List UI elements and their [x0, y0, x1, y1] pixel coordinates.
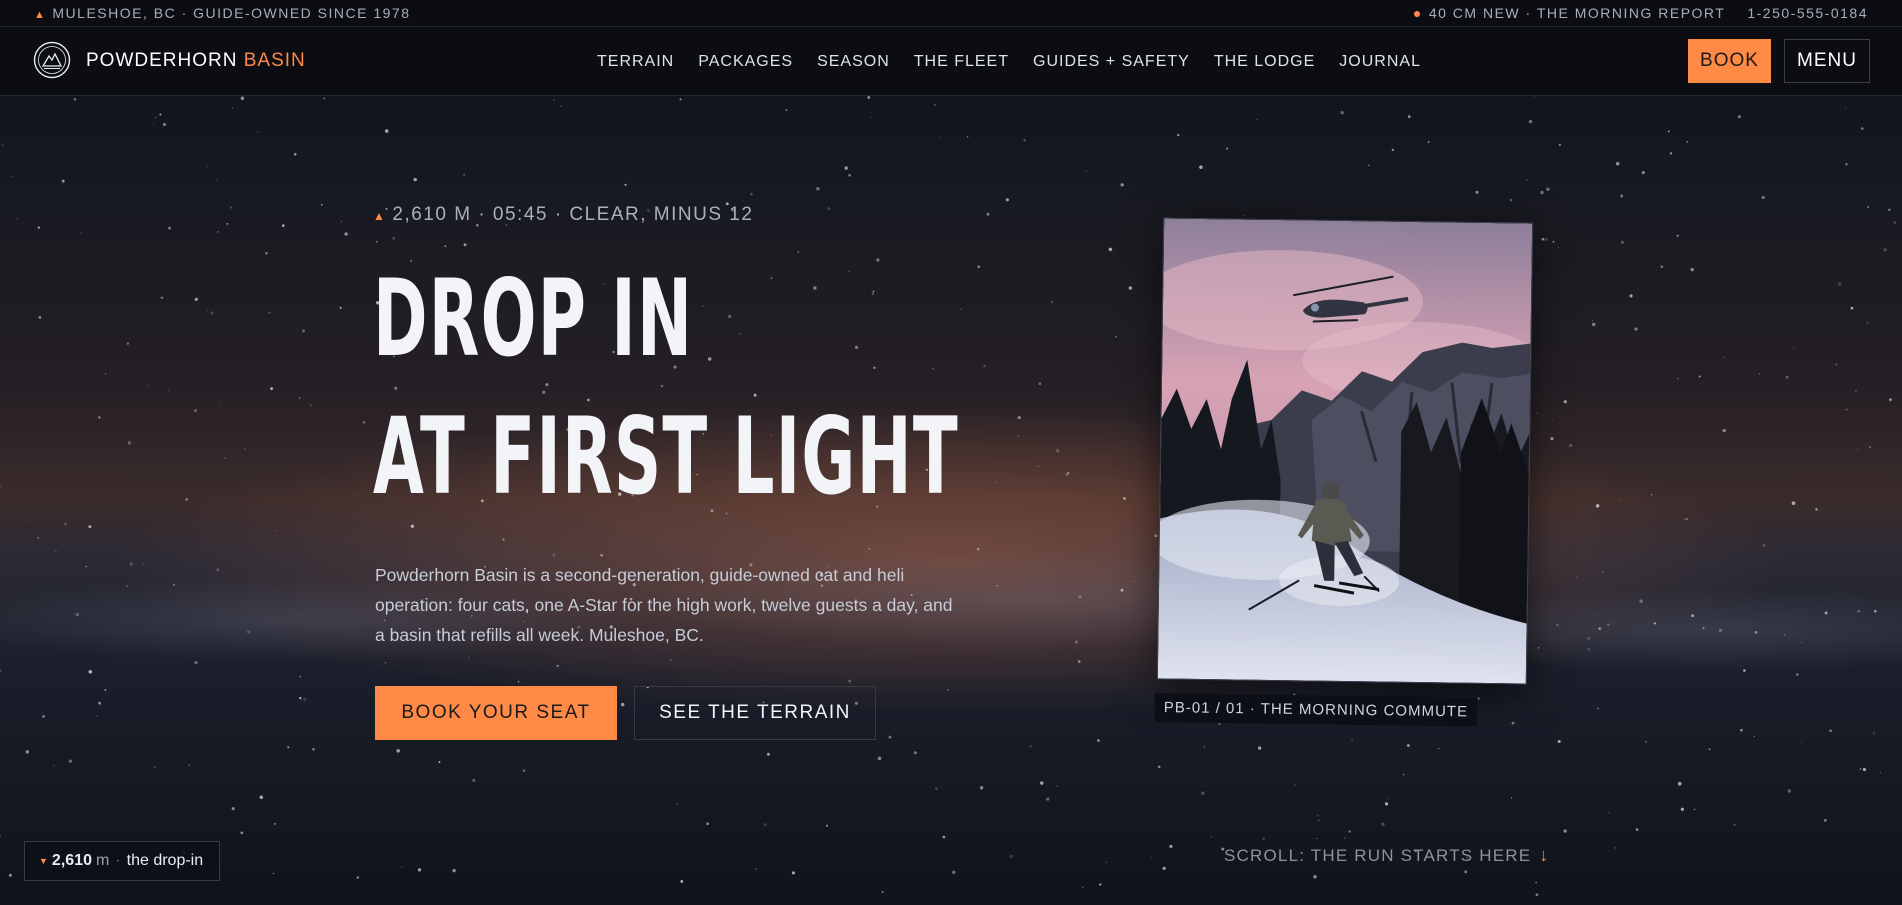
menu-button[interactable]: MENU: [1784, 39, 1870, 83]
headline-line-1: DROP IN: [373, 257, 694, 380]
triangle-icon: ▲: [34, 9, 47, 21]
nav-item-packages[interactable]: PACKAGES: [698, 53, 793, 71]
altitude-badge: ▼ 2,610 m · the drop-in: [24, 841, 220, 881]
main-navigation: POWDERHORN BASIN TERRAIN PACKAGES SEASON…: [0, 27, 1902, 96]
altitude-unit: m: [95, 852, 110, 869]
nav-item-season[interactable]: SEASON: [817, 53, 890, 71]
nav-item-the-lodge[interactable]: THE LODGE: [1214, 53, 1315, 71]
nav-item-terrain[interactable]: TERRAIN: [597, 53, 674, 71]
triangle-down-icon: ▼: [39, 856, 48, 866]
nav-links: TERRAIN PACKAGES SEASON THE FLEET GUIDES…: [597, 53, 1421, 71]
conditions-eyebrow: ▲ 2,610 M · 05:45 · CLEAR, MINUS 12: [373, 204, 753, 226]
dot-icon: ●: [1412, 5, 1423, 21]
utility-bar: ▲ MULESHOE, BC · GUIDE-OWNED SINCE 1978 ●…: [0, 0, 1902, 27]
altitude-value: 2,610: [51, 852, 92, 869]
altitude-label: the drop-in: [126, 852, 204, 869]
snow-report-link[interactable]: ● 40 CM NEW · THE MORNING REPORT: [1413, 5, 1725, 21]
utility-right: ● 40 CM NEW · THE MORNING REPORT 1-250-55…: [1413, 5, 1868, 21]
hero-description: Powderhorn Basin is a second-generation,…: [375, 565, 953, 645]
mountain-badge-icon[interactable]: [33, 41, 71, 79]
skier-helicopter-image: [1157, 218, 1533, 684]
brand-name-primary: POWDERHORN: [86, 50, 238, 71]
book-your-seat-button[interactable]: BOOK YOUR SEAT: [375, 686, 617, 740]
see-the-terrain-button[interactable]: SEE THE TERRAIN: [634, 686, 876, 740]
photo-caption: PB-01 / 01 · THE MORNING COMMUTE: [1154, 693, 1478, 727]
brand-name-accent: BASIN: [243, 50, 306, 71]
scroll-cue-text: SCROLL: THE RUN STARTS HERE: [1224, 845, 1532, 865]
hero-photo: [1156, 217, 1534, 685]
brand-wordmark[interactable]: POWDERHORN BASIN: [86, 50, 306, 72]
nav-item-guides-safety[interactable]: GUIDES + SAFETY: [1033, 53, 1190, 71]
arrow-down-icon: ↓: [1539, 845, 1550, 865]
nav-item-the-fleet[interactable]: THE FLEET: [914, 53, 1009, 71]
book-button[interactable]: BOOK: [1688, 39, 1771, 83]
triangle-icon: ▲: [373, 209, 387, 223]
scroll-cue[interactable]: SCROLL: THE RUN STARTS HERE ↓: [1224, 845, 1550, 866]
headline-line-2: AT FIRST LIGHT: [373, 395, 959, 518]
phone-link[interactable]: 1-250-555-0184: [1747, 5, 1868, 21]
snow-report-text: 40 CM NEW · THE MORNING REPORT: [1428, 5, 1726, 21]
hero-headline: DROP IN AT FIRST LIGHT: [373, 250, 959, 526]
nav-item-journal[interactable]: JOURNAL: [1339, 53, 1421, 71]
location-info: ▲ MULESHOE, BC · GUIDE-OWNED SINCE 1978: [34, 5, 411, 21]
location-text: MULESHOE, BC · GUIDE-OWNED SINCE 1978: [52, 5, 411, 21]
separator: ·: [115, 852, 121, 869]
conditions-text: 2,610 M · 05:45 · CLEAR, MINUS 12: [392, 204, 754, 225]
